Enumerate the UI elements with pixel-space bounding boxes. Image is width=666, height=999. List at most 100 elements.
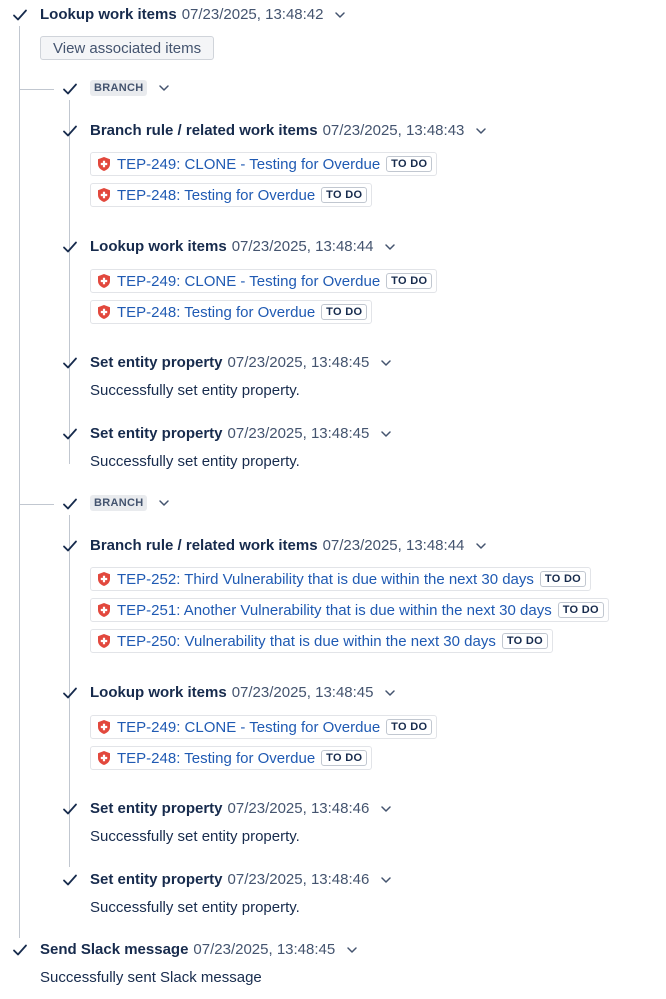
checkmark-icon <box>62 538 78 554</box>
step-title: Set entity property <box>90 425 223 442</box>
work-item-chip[interactable]: TEP-248: Testing for Overdue TO DO <box>90 183 373 207</box>
step-title: Lookup work items <box>40 6 177 23</box>
branch2-connector <box>20 504 54 505</box>
step-timestamp: 07/23/2025, 13:48:45 <box>231 684 374 701</box>
work-item-link[interactable]: TEP-249: CLONE - Testing for Overdue <box>117 719 380 736</box>
step-timestamp: 07/23/2025, 13:48:46 <box>227 800 370 817</box>
work-item-chip[interactable]: TEP-251: Another Vulnerability that is d… <box>90 598 609 622</box>
chevron-down-icon[interactable] <box>474 539 488 553</box>
work-item-link[interactable]: TEP-252: Third Vulnerability that is due… <box>117 571 534 588</box>
work-item-link[interactable]: TEP-248: Testing for Overdue <box>117 304 315 321</box>
work-item-chip[interactable]: TEP-248: Testing for Overdue TO DO <box>90 746 373 770</box>
branch-rule-header: Branch rule / related work items 07/23/2… <box>90 537 488 554</box>
work-item-chip[interactable]: TEP-252: Third Vulnerability that is due… <box>90 567 592 591</box>
branch-rule-header: Branch rule / related work items 07/23/2… <box>90 122 488 139</box>
branch-header: BRANCH <box>90 495 171 511</box>
checkmark-icon <box>62 239 78 255</box>
step-timestamp: 07/23/2025, 13:48:45 <box>227 354 370 371</box>
step-timestamp: 07/23/2025, 13:48:45 <box>193 941 336 958</box>
step-message: Successfully set entity property. <box>90 828 300 845</box>
checkmark-icon <box>62 872 78 888</box>
step-title: Set entity property <box>90 354 223 371</box>
work-item-link[interactable]: TEP-249: CLONE - Testing for Overdue <box>117 273 380 290</box>
chevron-down-icon[interactable] <box>157 496 171 510</box>
checkmark-icon <box>62 123 78 139</box>
branch-badge: BRANCH <box>90 80 148 96</box>
step-title: Branch rule / related work items <box>90 537 318 554</box>
step-timestamp: 07/23/2025, 13:48:43 <box>322 122 465 139</box>
chevron-down-icon[interactable] <box>383 240 397 254</box>
set-property-header: Set entity property 07/23/2025, 13:48:46 <box>90 871 393 888</box>
lookup-header: Lookup work items 07/23/2025, 13:48:45 <box>90 684 397 701</box>
chevron-down-icon[interactable] <box>383 686 397 700</box>
status-badge: TO DO <box>386 273 433 289</box>
step-message: Successfully set entity property. <box>90 899 300 916</box>
shield-priority-icon <box>96 571 112 587</box>
checkmark-icon <box>62 355 78 371</box>
set-property-header: Set entity property 07/23/2025, 13:48:45 <box>90 425 393 442</box>
checkmark-icon <box>62 81 78 97</box>
slack-header: Send Slack message 07/23/2025, 13:48:45 <box>40 941 359 958</box>
status-badge: TO DO <box>557 602 604 618</box>
status-badge: TO DO <box>321 750 368 766</box>
shield-priority-icon <box>96 304 112 320</box>
step-title: Set entity property <box>90 871 223 888</box>
work-item-chip[interactable]: TEP-249: CLONE - Testing for Overdue TO … <box>90 269 438 293</box>
step-timestamp: 07/23/2025, 13:48:46 <box>227 871 370 888</box>
shield-priority-icon <box>96 719 112 735</box>
step-message: Successfully sent Slack message <box>40 969 262 986</box>
branch-header: BRANCH <box>90 80 171 96</box>
chevron-down-icon[interactable] <box>379 427 393 441</box>
chevron-down-icon[interactable] <box>379 356 393 370</box>
shield-priority-icon <box>96 750 112 766</box>
step-timestamp: 07/23/2025, 13:48:44 <box>322 537 465 554</box>
shield-priority-icon <box>96 273 112 289</box>
chevron-down-icon[interactable] <box>345 943 359 957</box>
step-timestamp: 07/23/2025, 13:48:44 <box>231 238 374 255</box>
step-title: Lookup work items <box>90 684 227 701</box>
chevron-down-icon[interactable] <box>379 802 393 816</box>
set-property-header: Set entity property 07/23/2025, 13:48:45 <box>90 354 393 371</box>
shield-priority-icon <box>96 156 112 172</box>
checkmark-icon <box>62 685 78 701</box>
status-badge: TO DO <box>539 571 587 587</box>
branch-badge: BRANCH <box>90 495 148 511</box>
shield-priority-icon <box>96 187 112 203</box>
checkmark-icon <box>62 426 78 442</box>
work-item-link[interactable]: TEP-248: Testing for Overdue <box>117 750 315 767</box>
chevron-down-icon[interactable] <box>379 873 393 887</box>
work-item-link[interactable]: TEP-248: Testing for Overdue <box>117 187 315 204</box>
status-badge: TO DO <box>321 304 368 320</box>
shield-priority-icon <box>96 602 112 618</box>
work-item-link[interactable]: TEP-249: CLONE - Testing for Overdue <box>117 156 380 173</box>
status-badge: TO DO <box>386 719 433 735</box>
step-message: Successfully set entity property. <box>90 382 300 399</box>
checkmark-icon <box>62 801 78 817</box>
branch1-connector <box>20 89 54 90</box>
step-title: Branch rule / related work items <box>90 122 318 139</box>
step-title: Set entity property <box>90 800 223 817</box>
status-badge: TO DO <box>501 633 548 649</box>
work-item-chip[interactable]: TEP-249: CLONE - Testing for Overdue TO … <box>90 715 438 739</box>
branch1-timeline-line <box>69 100 70 464</box>
work-item-link[interactable]: TEP-251: Another Vulnerability that is d… <box>117 602 552 619</box>
work-item-chip[interactable]: TEP-250: Vulnerability that is due withi… <box>90 629 553 653</box>
lookup-header: Lookup work items 07/23/2025, 13:48:44 <box>90 238 397 255</box>
step-title: Send Slack message <box>40 941 189 958</box>
step-timestamp: 07/23/2025, 13:48:42 <box>181 6 324 23</box>
set-property-header: Set entity property 07/23/2025, 13:48:46 <box>90 800 393 817</box>
chevron-down-icon[interactable] <box>333 8 347 22</box>
lookup-header: Lookup work items 07/23/2025, 13:48:42 <box>40 6 347 23</box>
view-associated-items-button[interactable]: View associated items <box>40 36 215 60</box>
step-timestamp: 07/23/2025, 13:48:45 <box>227 425 370 442</box>
checkmark-icon <box>12 942 28 958</box>
status-badge: TO DO <box>386 156 433 172</box>
chevron-down-icon[interactable] <box>157 81 171 95</box>
checkmark-icon <box>12 7 28 23</box>
chevron-down-icon[interactable] <box>474 124 488 138</box>
work-item-link[interactable]: TEP-250: Vulnerability that is due withi… <box>117 633 496 650</box>
status-badge: TO DO <box>321 187 368 203</box>
shield-priority-icon <box>96 633 112 649</box>
work-item-chip[interactable]: TEP-249: CLONE - Testing for Overdue TO … <box>90 152 438 176</box>
work-item-chip[interactable]: TEP-248: Testing for Overdue TO DO <box>90 300 373 324</box>
